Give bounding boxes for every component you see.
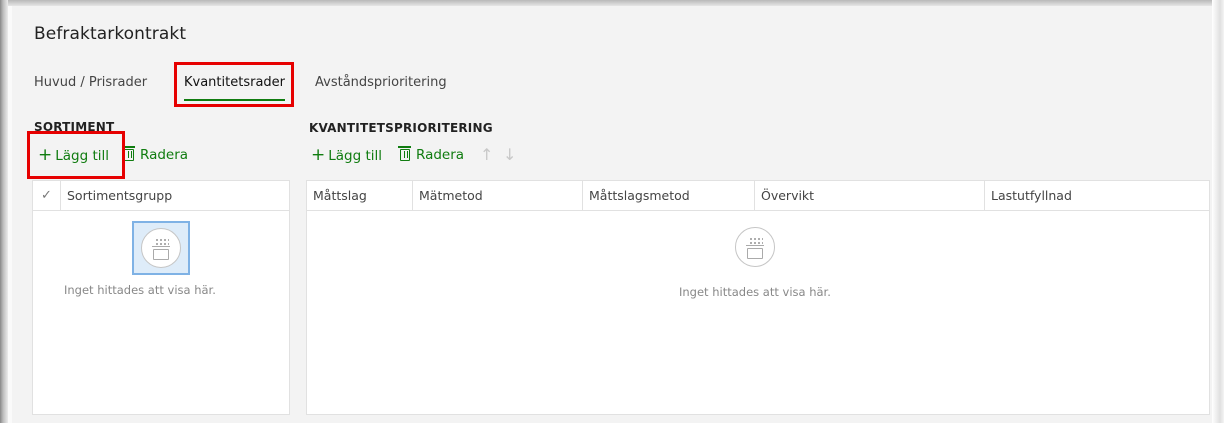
kvantitet-grid: Måttslag Mätmetod Måttslagsmetod Övervik… xyxy=(306,180,1210,415)
empty-box-icon xyxy=(141,228,181,268)
window-top-edge xyxy=(0,0,1224,6)
trash-icon xyxy=(398,146,411,161)
delete-sortiment-label: Radera xyxy=(140,147,189,163)
tab-kvantitetsrader[interactable]: Kvantitetsrader xyxy=(184,75,285,90)
section-title-sortiment: SORTIMENT xyxy=(34,120,115,134)
page-title: Befraktarkontrakt xyxy=(34,24,187,44)
column-header-lastutfyllnad[interactable]: Lastutfyllnad xyxy=(985,181,1209,210)
sortiment-grid: ✓ Sortimentsgrupp Inget hittades att vis… xyxy=(32,180,290,415)
add-sortiment-button[interactable]: + Lägg till xyxy=(38,147,109,164)
empty-icon-focus xyxy=(132,221,190,275)
tab-huvud-prisrader[interactable]: Huvud / Prisrader xyxy=(34,75,147,90)
selected-tab-indicator xyxy=(184,99,285,101)
column-header-overvikt[interactable]: Övervikt xyxy=(755,181,985,210)
trash-icon xyxy=(122,146,135,161)
empty-message: Inget hittades att visa här. xyxy=(64,283,216,297)
arrow-down-icon[interactable]: ↓ xyxy=(503,145,516,164)
plus-icon: + xyxy=(38,145,53,165)
column-header-mattslag[interactable]: Måttslag xyxy=(307,181,413,210)
column-header-matmetod[interactable]: Mätmetod xyxy=(413,181,583,210)
add-kvantitet-button[interactable]: + Lägg till xyxy=(311,147,382,164)
delete-kvantitet-button[interactable]: Radera xyxy=(398,146,465,163)
tab-avstandsprioritering[interactable]: Avståndsprioritering xyxy=(315,75,447,90)
plus-icon: + xyxy=(311,145,326,165)
empty-message: Inget hittades att visa här. xyxy=(679,285,831,299)
section-title-kvantitetsprioritering: KVANTITETSPRIORITERING xyxy=(309,121,493,135)
delete-sortiment-button[interactable]: Radera xyxy=(122,146,189,163)
delete-kvantitet-label: Radera xyxy=(416,147,465,163)
column-header-sortimentsgrupp[interactable]: Sortimentsgrupp xyxy=(61,181,290,210)
arrow-up-icon[interactable]: ↑ xyxy=(480,145,493,164)
window-right-edge xyxy=(1212,0,1224,423)
add-sortiment-label: Lägg till xyxy=(55,147,110,164)
add-kvantitet-label: Lägg till xyxy=(328,147,383,164)
checkmark-icon[interactable]: ✓ xyxy=(33,181,61,210)
grid-header: Måttslag Mätmetod Måttslagsmetod Övervik… xyxy=(307,181,1209,211)
empty-box-icon xyxy=(735,227,775,267)
window-left-edge xyxy=(0,0,8,423)
column-header-mattslagsmetod[interactable]: Måttslagsmetod xyxy=(583,181,755,210)
grid-header: ✓ Sortimentsgrupp xyxy=(33,181,289,211)
